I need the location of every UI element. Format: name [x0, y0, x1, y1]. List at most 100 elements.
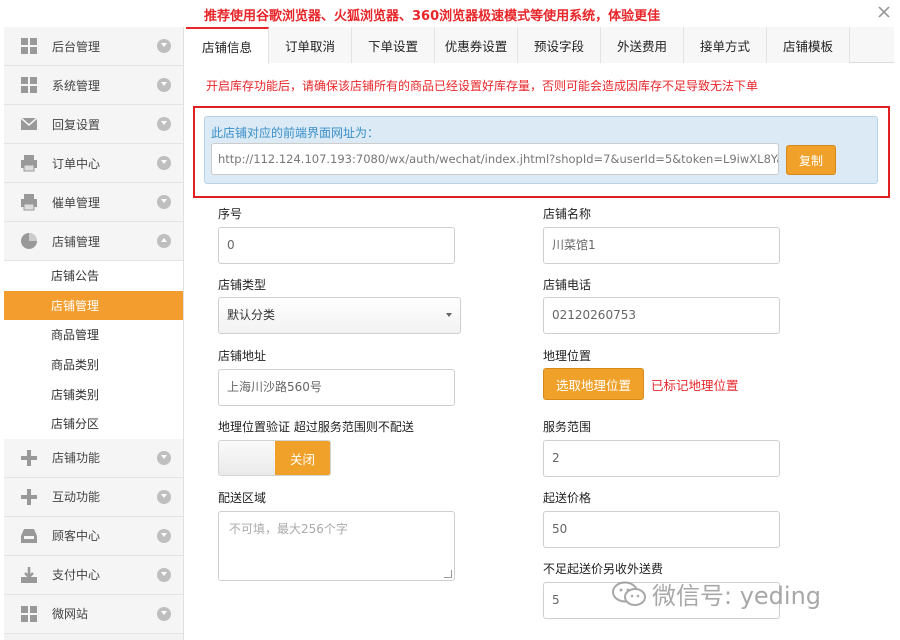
shop-name-input[interactable]: 川菜馆1: [543, 227, 780, 264]
copy-button[interactable]: 复制: [786, 145, 836, 175]
grid-icon: [20, 37, 38, 55]
sidebar-item-label: 催单管理: [52, 195, 101, 210]
printer-icon: [20, 154, 38, 172]
geo-verify-toggle[interactable]: 关闭: [218, 440, 331, 476]
shop-name-label: 店铺名称: [543, 207, 592, 221]
pie-icon: [20, 232, 38, 250]
frontend-url-label: 此店铺对应的前端界面网址为：: [211, 126, 380, 140]
top-banner: 推荐使用谷歌浏览器、火狐浏览器、360浏览器极速模式等使用系统，体验更佳: [0, 0, 900, 26]
envelope-icon: [20, 115, 38, 133]
sidebar-item-backend[interactable]: 后台管理: [4, 27, 183, 66]
sidebar-item-label: 顾客中心: [52, 529, 101, 544]
sidebar-item-label: 微网站: [52, 607, 89, 622]
geo-location-label: 地理位置: [543, 349, 592, 363]
watermark-text: 微信号: yeding: [652, 582, 822, 610]
highlight-box: 此店铺对应的前端界面网址为： http://112.124.107.193:70…: [193, 106, 890, 198]
chevron-up-icon: [157, 234, 171, 248]
sidebar-item-shop-functions[interactable]: 店铺功能: [4, 438, 183, 478]
inventory-warning: 开启库存功能后，请确保该店铺所有的商品已经设置好库存量，否则可能会造成因库存不足…: [206, 79, 759, 93]
select-location-button[interactable]: 选取地理位置: [543, 368, 644, 400]
sidebar-item-label: 订单中心: [52, 156, 101, 171]
seq-input[interactable]: 0: [218, 227, 455, 264]
sidebar-item-label: 支付中心: [52, 568, 101, 583]
grid-icon: [20, 605, 38, 623]
seq-label: 序号: [218, 207, 243, 221]
tab-preset-fields[interactable]: 预设字段: [518, 27, 601, 63]
sidebar-item-label: 系统管理: [52, 78, 101, 93]
chevron-down-icon: [157, 567, 171, 582]
tab-delivery-fees[interactable]: 外送费用: [601, 27, 684, 63]
shop-phone-label: 店铺电话: [543, 278, 592, 292]
sidebar-item-interactive[interactable]: 互动功能: [4, 477, 183, 517]
sidebar-item-label: 回复设置: [52, 117, 101, 132]
shop-address-input[interactable]: 上海川沙路560号: [218, 369, 455, 406]
shop-type-selected-value: 默认分类: [227, 308, 276, 322]
tab-bar: 店铺信息 订单取消 下单设置 优惠券设置 预设字段 外送费用 接单方式 店铺模板: [186, 27, 894, 64]
sidebar-item-customers[interactable]: 顾客中心: [4, 516, 183, 556]
submenu-item-shop-categories[interactable]: 店铺类别: [4, 379, 183, 409]
chevron-down-icon: [157, 78, 171, 92]
resize-handle-icon[interactable]: [444, 570, 452, 578]
tab-order-settings[interactable]: 下单设置: [352, 27, 435, 63]
chevron-down-icon: [157, 117, 171, 131]
toggle-label: 关闭: [275, 441, 330, 475]
submenu-item-shop-management[interactable]: 店铺管理: [4, 290, 183, 321]
delivery-area-label: 配送区域: [218, 491, 267, 505]
location-marked-note: 已标记地理位置: [651, 378, 739, 393]
tab-order-cancel[interactable]: 订单取消: [269, 27, 352, 63]
printer-icon: [20, 193, 38, 211]
chevron-down-icon: [446, 313, 452, 317]
sidebar-item-label: 店铺功能: [52, 451, 101, 466]
chevron-down-icon: [157, 39, 171, 53]
submenu-item-shop-zones[interactable]: 店铺分区: [4, 409, 183, 439]
min-price-label: 起送价格: [543, 491, 592, 505]
chevron-down-icon: [157, 606, 171, 621]
extra-fee-label: 不足起送价另收外送费: [543, 562, 664, 576]
toggle-off-half: [219, 441, 275, 475]
chevron-down-icon: [157, 528, 171, 543]
tab-order-acceptance[interactable]: 接单方式: [684, 27, 767, 63]
delivery-area-textarea[interactable]: 不可填，最大256个字: [218, 511, 455, 581]
download-icon: [20, 566, 38, 584]
sidebar-item-label: 互动功能: [52, 490, 101, 505]
shop-type-label: 店铺类型: [218, 278, 267, 292]
shop-address-label: 店铺地址: [218, 349, 267, 363]
sidebar-item-microsite[interactable]: 微网站: [4, 594, 183, 634]
tab-shop-template[interactable]: 店铺模板: [767, 27, 850, 63]
submenu-item-announcement[interactable]: 店铺公告: [4, 261, 183, 291]
min-price-input[interactable]: 50: [543, 511, 780, 548]
wechat-watermark: 微信号: yeding: [612, 576, 821, 611]
shop-info-panel: 开启库存功能后，请确保该店铺所有的商品已经设置好库存量，否则可能会造成因库存不足…: [186, 64, 894, 640]
chevron-down-icon: [157, 489, 171, 504]
service-range-input[interactable]: 2: [543, 440, 780, 477]
chevron-down-icon: [157, 156, 171, 170]
frontend-url-field[interactable]: http://112.124.107.193:7080/wx/auth/wech…: [211, 143, 779, 175]
tab-coupon-settings[interactable]: 优惠券设置: [435, 27, 518, 63]
sidebar-item-shop-management[interactable]: 店铺管理: [4, 222, 183, 261]
submenu-item-products[interactable]: 商品管理: [4, 320, 183, 350]
sidebar-item-payment[interactable]: 支付中心: [4, 555, 183, 595]
shop-submenu: 店铺公告 店铺管理 商品管理 商品类别 店铺类别 店铺分区: [4, 261, 183, 439]
plus-icon: [20, 488, 38, 506]
wechat-icon: [612, 581, 646, 606]
shop-phone-input[interactable]: 02120260753: [543, 297, 780, 334]
service-range-label: 服务范围: [543, 420, 592, 434]
delivery-area-placeholder: 不可填，最大256个字: [229, 522, 348, 536]
close-icon[interactable]: [876, 4, 892, 20]
browser-recommendation-notice: 推荐使用谷歌浏览器、火狐浏览器、360浏览器极速模式等使用系统，体验更佳: [204, 9, 661, 24]
shop-type-select[interactable]: 默认分类: [218, 297, 461, 334]
chevron-down-icon: [157, 450, 171, 465]
sidebar-item-reply[interactable]: 回复设置: [4, 105, 183, 144]
sidebar-item-system[interactable]: 系统管理: [4, 66, 183, 105]
inbox-icon: [20, 527, 38, 545]
tab-bar-filler: [850, 27, 894, 62]
plus-icon: [20, 449, 38, 467]
submenu-item-product-categories[interactable]: 商品类别: [4, 350, 183, 380]
grid-icon: [20, 76, 38, 94]
sidebar-item-label: 后台管理: [52, 39, 101, 54]
sidebar-item-orders[interactable]: 订单中心: [4, 144, 183, 183]
sidebar-item-label: 店铺管理: [52, 234, 101, 249]
geo-verify-label: 地理位置验证 超过服务范围则不配送: [218, 420, 414, 434]
sidebar-item-reminders[interactable]: 催单管理: [4, 183, 183, 222]
tab-shop-info[interactable]: 店铺信息: [186, 27, 269, 64]
